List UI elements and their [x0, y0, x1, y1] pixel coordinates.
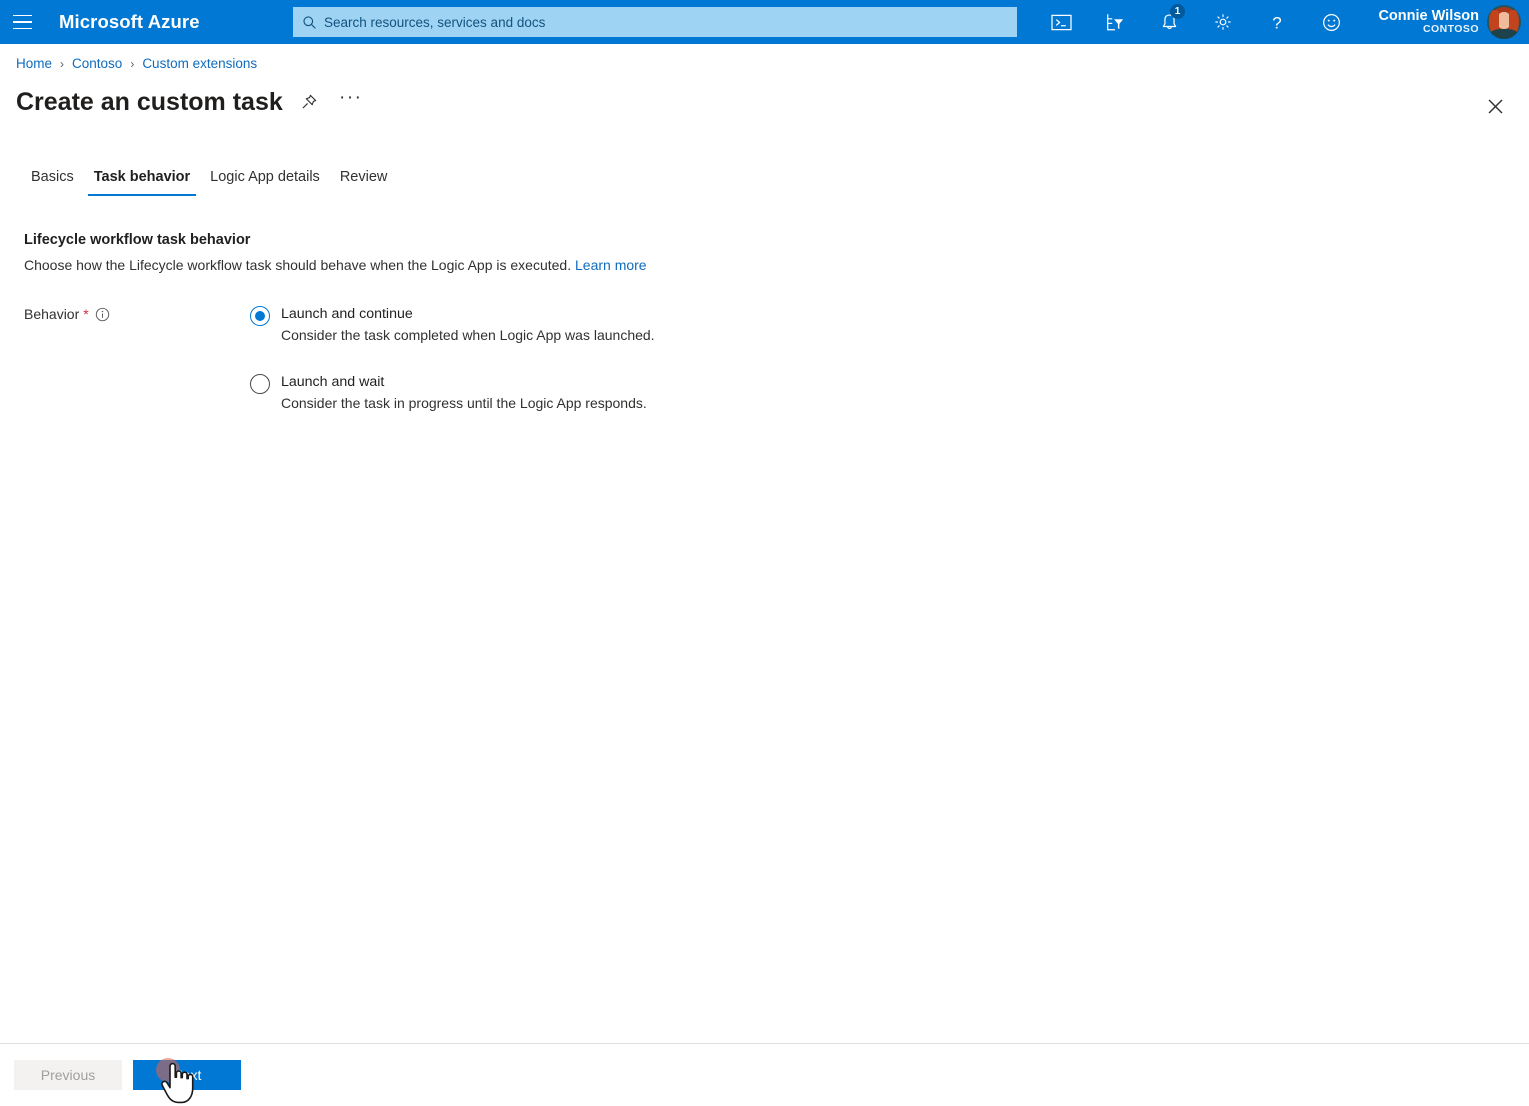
svg-text:?: ?	[1272, 13, 1281, 32]
wizard-footer: Previous Next	[14, 1060, 241, 1090]
avatar[interactable]	[1487, 5, 1521, 39]
next-button[interactable]: Next	[133, 1060, 241, 1090]
radio-label-launch-and-continue: Launch and continue	[281, 306, 413, 322]
tab-review[interactable]: Review	[330, 165, 398, 196]
global-search-box[interactable]	[293, 7, 1017, 37]
page-title: Create an custom task	[16, 87, 283, 116]
tab-task-behavior[interactable]: Task behavior	[84, 165, 200, 196]
footer-divider	[0, 1043, 1529, 1044]
feedback-smiley-icon[interactable]	[1304, 0, 1358, 44]
info-icon[interactable]	[95, 307, 110, 322]
breadcrumb-separator-icon: ›	[60, 56, 65, 71]
account-names: Connie Wilson CONTOSO	[1378, 7, 1479, 36]
ellipsis-icon[interactable]: ···	[335, 86, 367, 118]
section-description-text: Choose how the Lifecycle workflow task s…	[24, 257, 572, 273]
radio-description-launch-and-continue: Consider the task completed when Logic A…	[281, 327, 655, 343]
breadcrumb-item-custom-extensions[interactable]: Custom extensions	[142, 56, 257, 71]
radio-mark-selected[interactable]	[250, 306, 270, 326]
breadcrumb-separator-icon: ›	[130, 56, 135, 71]
notification-count-badge: 1	[1170, 4, 1185, 19]
radio-option-launch-and-continue[interactable]: Launch and continue Consider the task co…	[250, 305, 655, 345]
required-marker: *	[83, 306, 89, 322]
breadcrumb-item-home[interactable]: Home	[16, 56, 52, 71]
radio-option-launch-and-wait[interactable]: Launch and wait Consider the task in pro…	[250, 373, 655, 413]
cloud-shell-icon[interactable]	[1034, 0, 1088, 44]
directory-filter-icon[interactable]	[1088, 0, 1142, 44]
section-description: Choose how the Lifecycle workflow task s…	[24, 257, 647, 273]
behavior-field-label: Behavior *	[24, 306, 110, 322]
radio-label-launch-and-wait: Launch and wait	[281, 374, 385, 390]
radio-texts: Launch and continue Consider the task co…	[281, 305, 655, 345]
user-account-button[interactable]: Connie Wilson CONTOSO	[1378, 0, 1521, 44]
search-icon	[302, 15, 317, 30]
behavior-radio-group: Launch and continue Consider the task co…	[250, 305, 655, 413]
learn-more-link[interactable]: Learn more	[575, 257, 647, 273]
breadcrumb: Home › Contoso › Custom extensions	[16, 56, 257, 71]
account-user-name: Connie Wilson	[1378, 7, 1479, 24]
azure-brand-logo[interactable]: Microsoft Azure	[59, 11, 200, 33]
account-tenant-name: CONTOSO	[1422, 23, 1479, 36]
notifications-bell-icon[interactable]: 1	[1142, 0, 1196, 44]
page-header: Create an custom task ···	[16, 86, 367, 118]
search-input[interactable]	[324, 14, 1008, 30]
tab-basics[interactable]: Basics	[21, 165, 84, 196]
radio-mark-unselected[interactable]	[250, 374, 270, 394]
wizard-tabs: Basics Task behavior Logic App details R…	[21, 165, 397, 196]
section-heading: Lifecycle workflow task behavior	[24, 232, 251, 248]
behavior-label-text: Behavior	[24, 306, 80, 322]
close-icon[interactable]	[1479, 90, 1511, 122]
settings-gear-icon[interactable]	[1196, 0, 1250, 44]
radio-description-launch-and-wait: Consider the task in progress until the …	[281, 395, 647, 411]
breadcrumb-item-contoso[interactable]: Contoso	[72, 56, 122, 71]
pin-icon[interactable]	[293, 86, 325, 118]
top-bar-icon-group: 1 ?	[1034, 0, 1358, 44]
top-navigation-bar: Microsoft Azure Search resources, servic…	[0, 0, 1529, 44]
radio-texts: Launch and wait Consider the task in pro…	[281, 373, 647, 413]
help-question-icon[interactable]: ?	[1250, 0, 1304, 44]
previous-button[interactable]: Previous	[14, 1060, 122, 1090]
tab-logic-app-details[interactable]: Logic App details	[200, 165, 330, 196]
hamburger-menu-icon[interactable]	[0, 0, 44, 44]
